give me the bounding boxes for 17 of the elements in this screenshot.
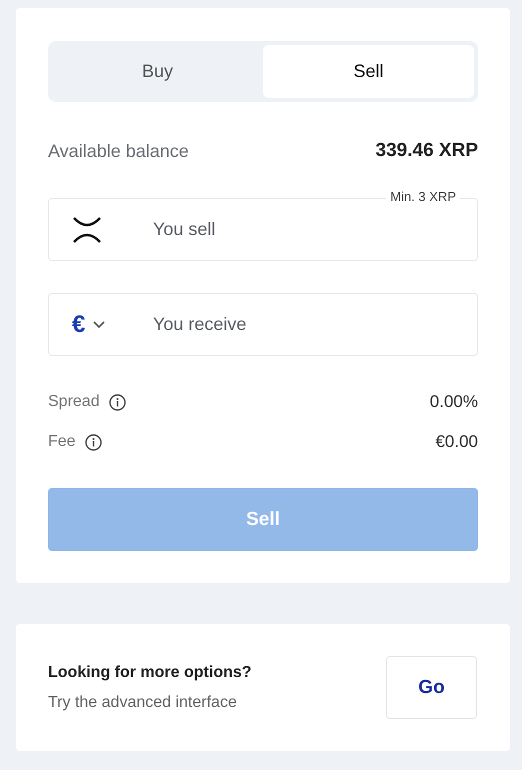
minimum-hint: Min. 3 XRP	[386, 189, 460, 204]
promo-subtitle: Try the advanced interface	[48, 694, 238, 712]
tab[interactable]: Buy	[52, 45, 263, 98]
chevron-down-icon	[93, 320, 106, 328]
detail-value: 0.00%	[430, 392, 478, 412]
promo-title: Looking for more options?	[48, 664, 252, 682]
go-button[interactable]: Go	[386, 656, 477, 719]
info-icon[interactable]	[84, 434, 102, 450]
currency-select[interactable]: €	[72, 310, 152, 338]
detail-label: Spread	[48, 393, 100, 411]
detail-value: €0.00	[435, 432, 478, 452]
detail-label: Fee	[48, 433, 76, 451]
balance-label: Available balance	[48, 140, 189, 162]
tab[interactable]: Sell	[263, 45, 474, 98]
info-icon[interactable]	[108, 394, 126, 410]
xrp-logo-icon	[72, 216, 102, 244]
balance-value: 339.46 XRP	[376, 140, 478, 162]
